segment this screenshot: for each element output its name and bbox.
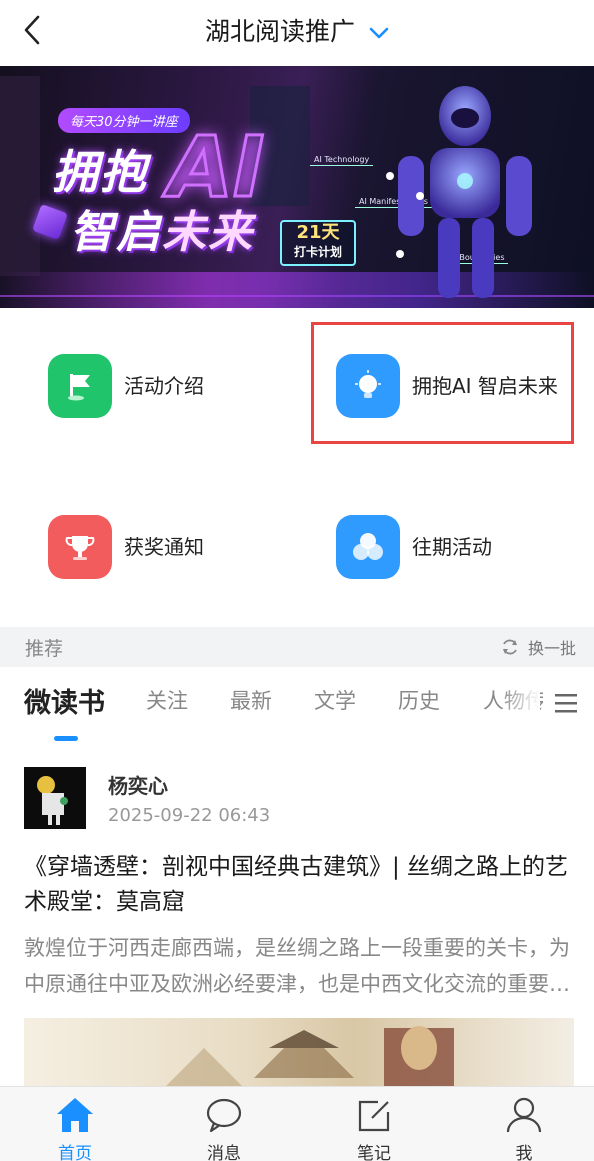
menu-label-past-events: 往期活动 [412, 535, 492, 559]
recommend-bar: 推荐 换一批 [0, 627, 594, 667]
highlight-box [311, 322, 574, 444]
nav-messages-label: 消息 [207, 1144, 241, 1161]
refresh-icon [502, 639, 517, 655]
chevron-down-icon [369, 27, 389, 39]
post-title[interactable]: 《穿墙透壁：剖视中国经典古建筑》| 丝绸之路上的艺术殿堂：莫高窟 [24, 850, 574, 920]
menu-label-award-notice: 获奖通知 [124, 535, 204, 559]
menu-award-notice[interactable]: 获奖通知 [48, 515, 204, 579]
page-title: 湖北阅读推广 [205, 17, 356, 46]
nav-notes[interactable]: 笔记 [334, 1095, 414, 1161]
avatar-image [24, 767, 86, 829]
nav-me[interactable]: 我 [484, 1095, 564, 1161]
banner-line2: 智启未来 [70, 196, 254, 260]
tab-follow[interactable]: 关注 [146, 685, 188, 715]
bottom-nav: 首页 消息 笔记 我 [0, 1086, 594, 1161]
recommend-label: 推荐 [25, 638, 64, 660]
menu-past-events[interactable]: 往期活动 [336, 515, 492, 579]
trophy-icon [48, 515, 112, 579]
post-time: 2025-09-22 06:43 [108, 805, 271, 826]
home-icon [57, 1098, 93, 1132]
flag-icon [48, 354, 112, 418]
tab-history[interactable]: 历史 [398, 685, 440, 715]
avatar[interactable] [24, 767, 86, 829]
post-description[interactable]: 敦煌位于河西走廊西端，是丝绸之路上一段重要的关卡，为中原通往中亚及欧洲必经要津，… [24, 930, 574, 1002]
circles-icon [336, 515, 400, 579]
tabs-fade [500, 675, 540, 725]
chat-bubble-icon [206, 1098, 242, 1133]
user-icon [506, 1097, 542, 1133]
nav-home-label: 首页 [58, 1144, 92, 1161]
tab-latest[interactable]: 最新 [230, 685, 272, 715]
post-author[interactable]: 杨奕心 [108, 770, 168, 799]
nav-notes-label: 笔记 [357, 1144, 391, 1161]
days-text: 打卡计划 [293, 245, 342, 259]
title-dropdown[interactable]: 湖北阅读推广 [0, 12, 594, 48]
days-badge: 21天 打卡计划 [280, 220, 356, 266]
nav-home[interactable]: 首页 [35, 1095, 115, 1161]
active-tab-indicator [54, 736, 78, 741]
banner-line2a: 智启 [70, 207, 162, 258]
post-illustration [164, 1026, 454, 1088]
menu-label-activity-intro: 活动介绍 [124, 374, 204, 398]
robot-illustration [386, 86, 532, 298]
category-tabs: 微读书 关注 最新 文学 历史 人物传 [0, 667, 594, 747]
post-image[interactable] [24, 1018, 574, 1088]
tab-literature[interactable]: 文学 [314, 685, 356, 715]
tab-weidushu[interactable]: 微读书 [24, 681, 105, 720]
banner-line2b: 未来 [162, 207, 254, 258]
banner-line1: 拥抱 [52, 145, 148, 199]
menu-activity-intro[interactable]: 活动介绍 [48, 354, 204, 418]
refresh-button[interactable]: 换一批 [500, 635, 576, 659]
nav-messages[interactable]: 消息 [184, 1095, 264, 1161]
days-number: 21天 [296, 222, 340, 243]
top-header: 湖北阅读推广 [0, 0, 594, 66]
edit-note-icon [358, 1100, 390, 1132]
nav-me-label: 我 [515, 1144, 533, 1161]
promo-banner[interactable]: 每天30分钟一讲座 拥抱 AI 智启未来 21天 打卡计划 AI Technol… [0, 66, 594, 308]
refresh-label: 换一批 [527, 639, 576, 658]
menu-icon[interactable] [555, 692, 577, 714]
